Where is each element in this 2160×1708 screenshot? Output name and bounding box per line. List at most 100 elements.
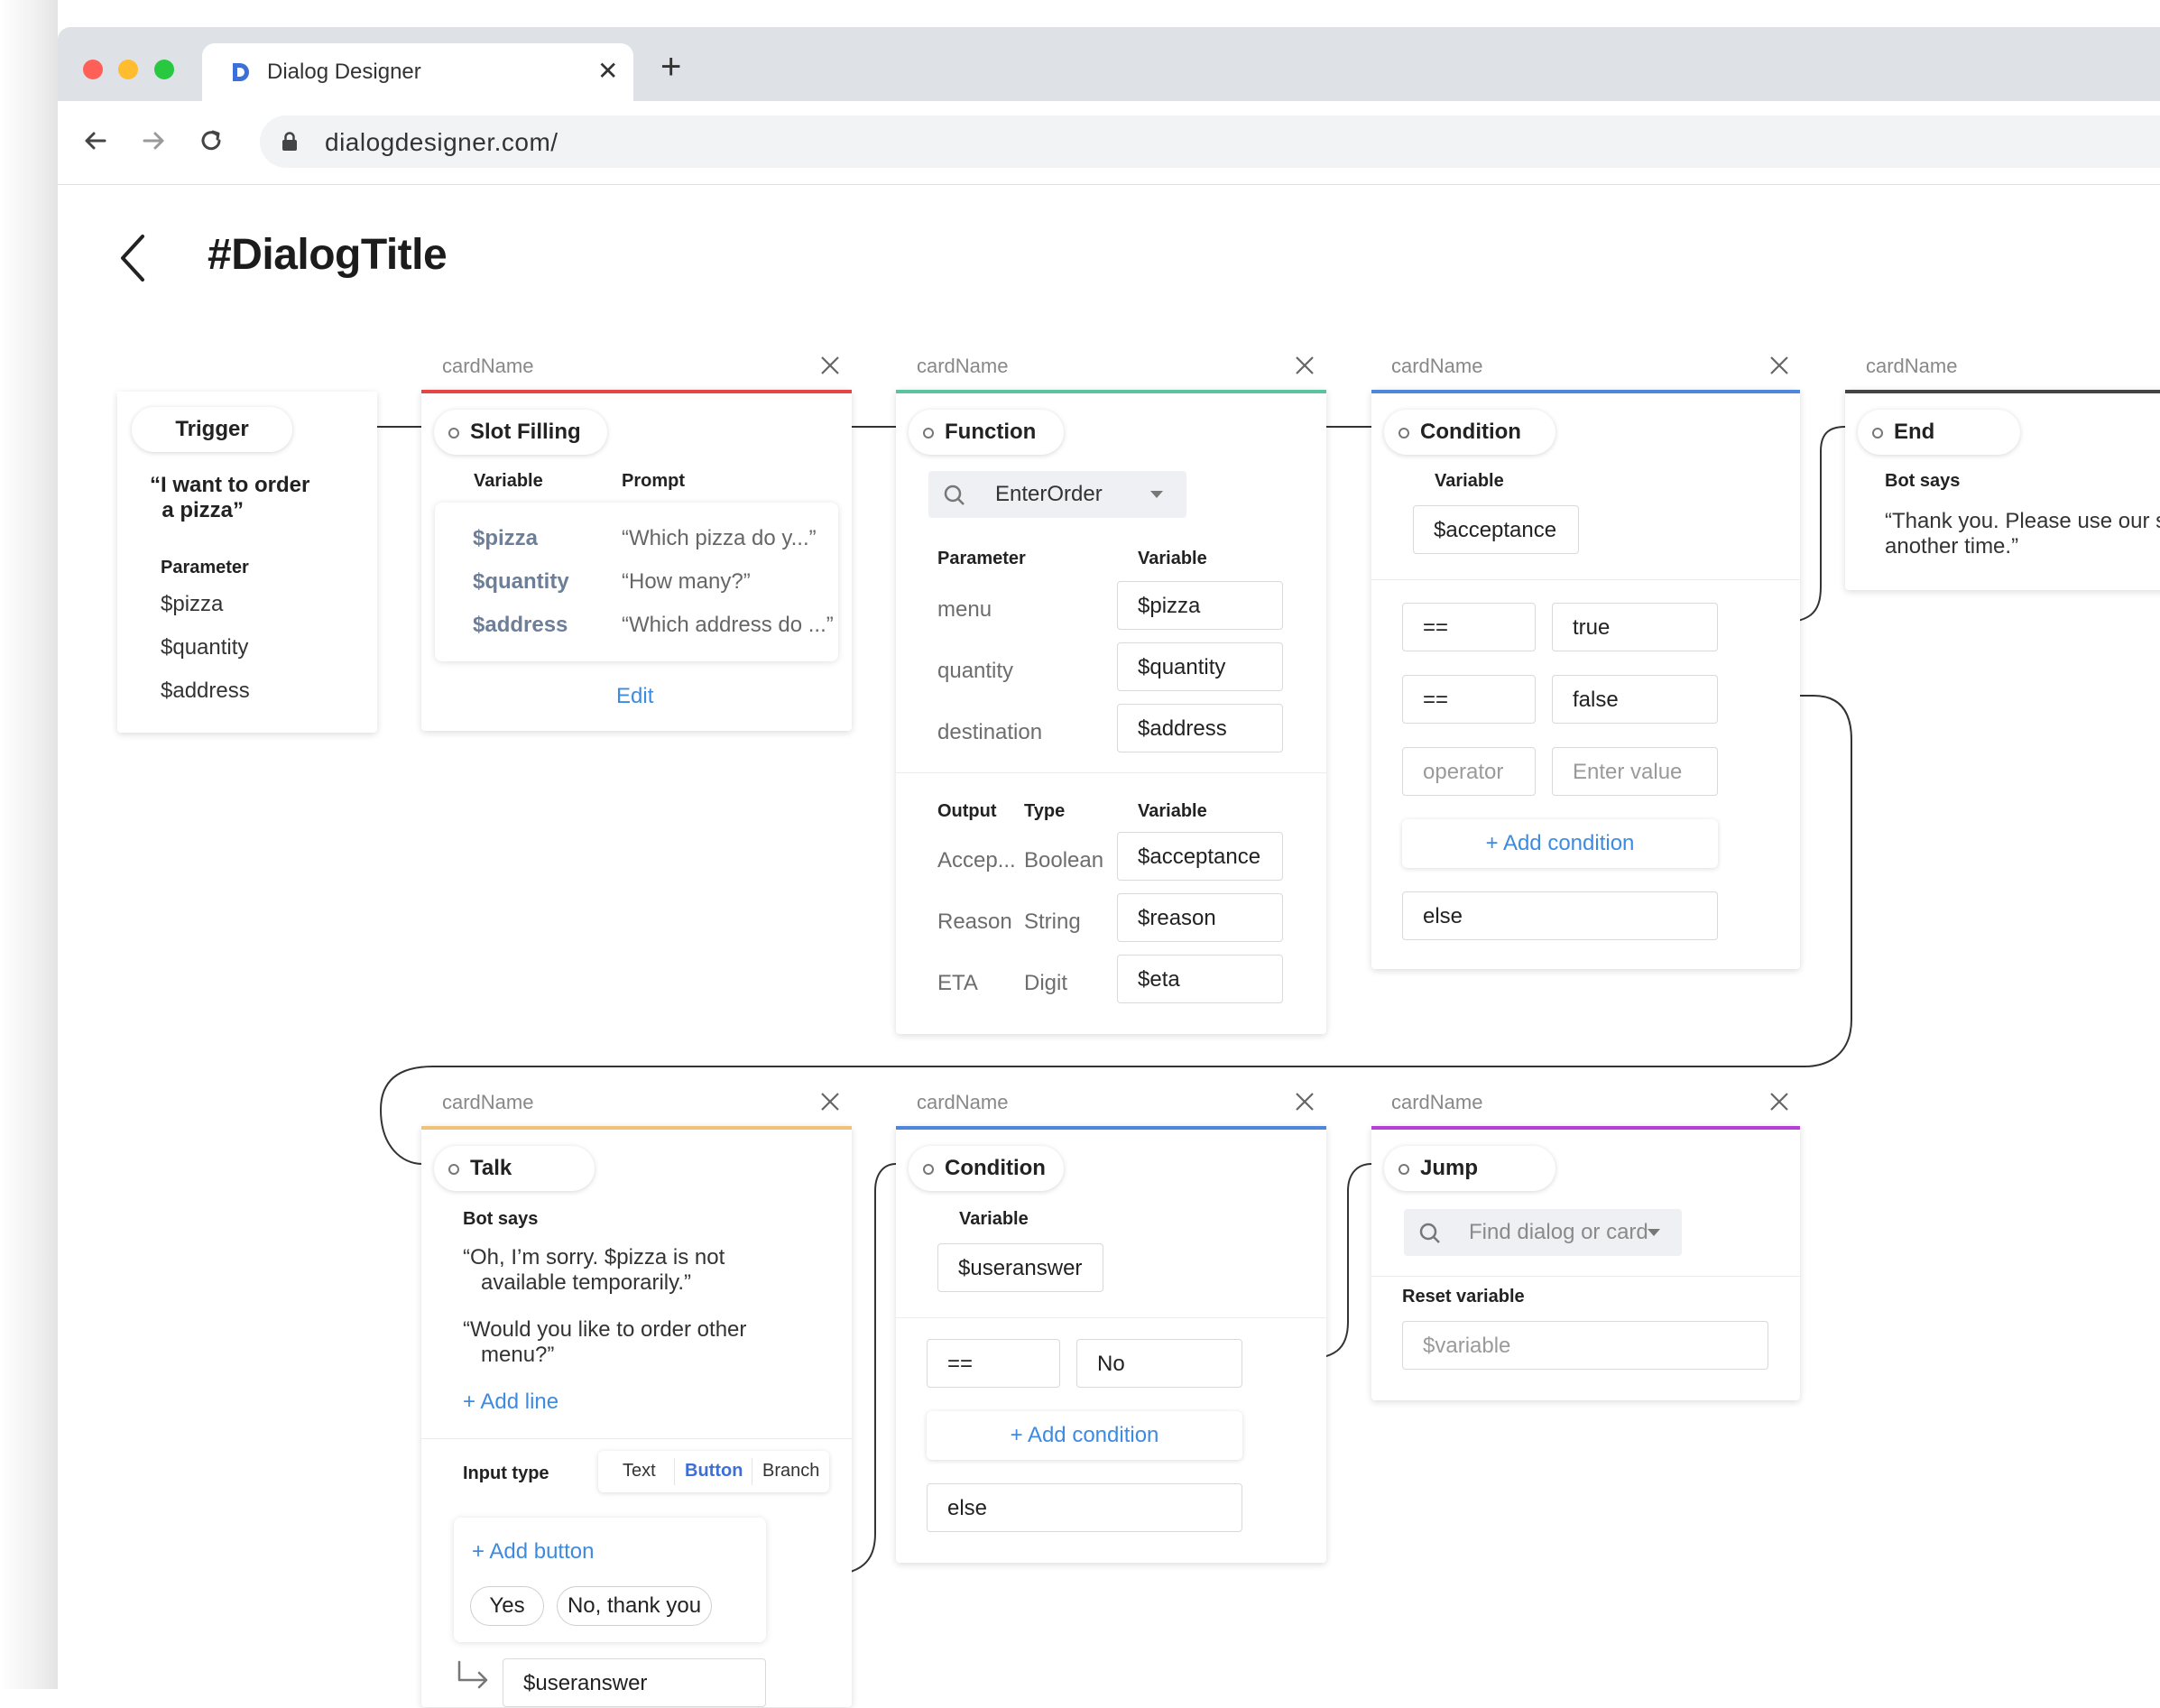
find-dialog-select[interactable]: Find dialog or card <box>1404 1209 1682 1256</box>
card-name-label[interactable]: cardName <box>442 355 533 378</box>
condition-operator-field[interactable]: == <box>927 1339 1060 1388</box>
window-shadow <box>0 0 58 1689</box>
slot-edit-link[interactable]: Edit <box>616 684 653 709</box>
divider <box>1371 579 1800 580</box>
function-pill-label: Function <box>945 420 1037 444</box>
function-output-name: Reason <box>937 909 1012 934</box>
trigger-pill: Trigger <box>132 407 292 452</box>
condition-value-field[interactable]: false <box>1552 675 1718 724</box>
reload-icon[interactable] <box>193 123 229 159</box>
forward-arrow-icon[interactable] <box>135 123 171 159</box>
divider <box>421 1438 852 1439</box>
output-variable-field[interactable]: $useranswer <box>503 1658 766 1707</box>
function-type-header: Type <box>1024 801 1066 821</box>
condition-operator-field[interactable]: operator <box>1402 747 1536 796</box>
condition-pill-label: Condition <box>945 1156 1046 1180</box>
function-select[interactable]: EnterOrder <box>928 471 1186 518</box>
button-list: + Add button Yes No, thank you <box>454 1518 766 1642</box>
condition-variable-field[interactable]: $acceptance <box>1413 505 1579 554</box>
trigger-parameter-label: Parameter <box>161 558 249 577</box>
quick-reply-chip[interactable]: Yes <box>470 1586 544 1626</box>
card-name-label[interactable]: cardName <box>1391 355 1482 378</box>
close-card-icon[interactable] <box>1294 1091 1315 1113</box>
card-name-label[interactable]: cardName <box>917 355 1008 378</box>
function-output-variable-field[interactable]: $acceptance <box>1117 832 1283 881</box>
add-condition-button[interactable]: + Add condition <box>927 1411 1242 1460</box>
address-bar: dialogdesigner.com/ <box>58 101 2160 185</box>
condition-variable-label: Variable <box>1435 471 1504 491</box>
talk-line[interactable]: “Would you like to order other menu?” <box>463 1317 746 1368</box>
return-arrow-icon <box>457 1660 488 1689</box>
condition-else-field[interactable]: else <box>927 1483 1242 1532</box>
input-type-branch-option[interactable]: Branch <box>762 1461 819 1482</box>
trigger-card[interactable]: Trigger “I want to order a pizza” Parame… <box>117 392 377 733</box>
slot-prompt: “Which address do ...” <box>622 613 834 637</box>
function-output-variable-field[interactable]: $reason <box>1117 893 1283 942</box>
condition-value-field[interactable]: true <box>1552 603 1718 651</box>
quick-reply-chip[interactable]: No, thank you <box>557 1586 712 1626</box>
close-card-icon[interactable] <box>1768 355 1790 376</box>
close-window-button[interactable] <box>83 60 103 79</box>
new-tab-icon[interactable]: + <box>660 49 681 85</box>
search-icon <box>1419 1223 1440 1243</box>
maximize-window-button[interactable] <box>154 60 174 79</box>
function-output-variable-field[interactable]: $eta <box>1117 955 1283 1003</box>
function-param-variable-field[interactable]: $pizza <box>1117 581 1283 630</box>
jump-card[interactable]: Jump Find dialog or card Reset variable … <box>1371 1126 1800 1400</box>
talk-card[interactable]: Talk Bot says “Oh, I’m sorry. $pizza is … <box>421 1126 852 1707</box>
close-card-icon[interactable] <box>1768 1091 1790 1113</box>
slot-filling-card[interactable]: Slot Filling Variable Prompt $pizza “Whi… <box>421 390 852 731</box>
divider <box>1371 1276 1800 1277</box>
dropdown-caret-icon <box>1150 491 1163 498</box>
talk-line[interactable]: “Oh, I’m sorry. $pizza is not available … <box>463 1245 725 1296</box>
slot-variable-header: Variable <box>474 471 543 491</box>
browser-tab[interactable]: Dialog Designer ✕ <box>202 43 633 101</box>
condition-value-field[interactable]: Enter value <box>1552 747 1718 796</box>
close-card-icon[interactable] <box>819 355 841 376</box>
function-card[interactable]: Function EnterOrder Parameter Variable m… <box>896 390 1326 1034</box>
condition-operator-field[interactable]: == <box>1402 603 1536 651</box>
condition-else-field[interactable]: else <box>1402 891 1718 940</box>
function-param-variable-field[interactable]: $address <box>1117 704 1283 752</box>
card-name-label[interactable]: cardName <box>1391 1091 1482 1114</box>
page-back-icon[interactable] <box>115 233 152 283</box>
function-param-name: destination <box>937 720 1043 744</box>
function-output-type: Boolean <box>1024 848 1104 872</box>
function-param-name: menu <box>937 597 992 622</box>
reset-variable-label: Reset variable <box>1402 1287 1525 1306</box>
input-type-label: Input type <box>463 1463 549 1483</box>
condition-value-field[interactable]: No <box>1076 1339 1242 1388</box>
minimize-window-button[interactable] <box>118 60 138 79</box>
function-output-type: Digit <box>1024 971 1068 995</box>
slot-filling-pill: Slot Filling <box>434 410 607 455</box>
function-parameter-header: Parameter <box>937 549 1026 568</box>
talk-bot-says-label: Bot says <box>463 1209 539 1229</box>
card-name-label[interactable]: cardName <box>442 1091 533 1114</box>
end-bot-says-label: Bot says <box>1885 471 1961 491</box>
card-name-label[interactable]: cardName <box>917 1091 1008 1114</box>
close-card-icon[interactable] <box>1294 355 1315 376</box>
lock-icon <box>282 132 297 151</box>
url-text: dialogdesigner.com/ <box>325 128 558 156</box>
close-tab-icon[interactable]: ✕ <box>597 56 618 87</box>
slot-prompt-header: Prompt <box>622 471 685 491</box>
condition-variable-field[interactable]: $useranswer <box>937 1243 1103 1292</box>
condition-operator-field[interactable]: == <box>1402 675 1536 724</box>
back-arrow-icon[interactable] <box>78 123 114 159</box>
function-variable-header: Variable <box>1138 549 1207 568</box>
function-param-variable-field[interactable]: $quantity <box>1117 642 1283 691</box>
reset-variable-field[interactable]: $variable <box>1402 1321 1768 1370</box>
condition-card[interactable]: Condition Variable $acceptance == true =… <box>1371 390 1800 969</box>
close-card-icon[interactable] <box>819 1091 841 1113</box>
card-name-label[interactable]: cardName <box>1866 355 1957 378</box>
trigger-utterance: “I want to order a pizza” <box>150 473 310 522</box>
end-card[interactable]: End Bot says “Thank you. Please use our … <box>1845 390 2160 590</box>
input-type-button-option[interactable]: Button <box>685 1461 743 1482</box>
url-field[interactable]: dialogdesigner.com/ <box>260 115 2160 168</box>
add-condition-button[interactable]: + Add condition <box>1402 819 1718 868</box>
input-type-selector: Text Button Branch <box>598 1451 829 1492</box>
input-type-text-option[interactable]: Text <box>623 1461 656 1482</box>
condition-card[interactable]: Condition Variable $useranswer == No + A… <box>896 1126 1326 1563</box>
add-button-link[interactable]: + Add button <box>472 1539 594 1565</box>
add-line-link[interactable]: + Add line <box>463 1389 558 1415</box>
